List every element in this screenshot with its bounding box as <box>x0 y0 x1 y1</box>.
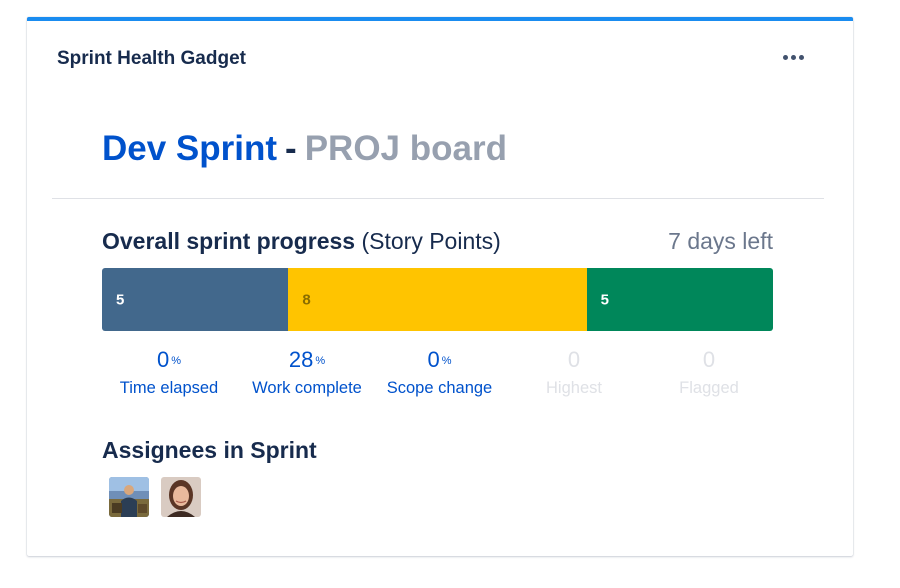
metric-flagged: 0 Flagged <box>664 347 754 398</box>
metric-value: 0 <box>427 347 440 372</box>
metric-unit: % <box>441 355 452 367</box>
assignee-avatars <box>109 477 201 517</box>
more-options-button[interactable] <box>779 46 807 68</box>
assignees-title: Assignees in Sprint <box>102 437 317 463</box>
metric-label: Work complete <box>252 379 362 397</box>
assignee-avatar[interactable] <box>109 477 149 517</box>
user-avatar-outdoor-icon <box>109 477 149 517</box>
sprint-header: Dev Sprint - PROJ board <box>102 129 507 169</box>
gadget-title: Sprint Health Gadget <box>57 48 246 69</box>
assignee-avatar[interactable] <box>161 477 201 517</box>
segment-count: 8 <box>302 291 311 308</box>
metric-unit: % <box>315 355 326 367</box>
sprint-health-gadget: Sprint Health Gadget Dev Sprint - PROJ boa… <box>27 17 853 556</box>
metric-label: Scope change <box>386 379 493 397</box>
segment-count: 5 <box>116 291 125 308</box>
metric-label: Flagged <box>679 379 739 397</box>
metric-label: Highest <box>546 379 602 397</box>
progress-title-unit: (Story Points) <box>361 228 501 254</box>
sprint-metrics: 0% Time elapsed 28% Work complete 0% Sco… <box>109 347 769 407</box>
user-avatar-portrait-icon <box>161 477 201 517</box>
metric-highest: 0 Highest <box>529 347 619 398</box>
metric-work-complete[interactable]: 28% Work complete <box>237 347 377 398</box>
metric-time-elapsed[interactable]: 0% Time elapsed <box>109 347 229 398</box>
board-name: PROJ board <box>304 129 507 168</box>
progress-segment-to-do[interactable]: 5 <box>102 268 289 331</box>
progress-segment-in-progress[interactable]: 8 <box>288 268 587 331</box>
sprint-progress-bar: 5 8 5 <box>102 268 773 331</box>
sprint-separator: - <box>285 129 297 168</box>
segment-count: 5 <box>600 291 609 308</box>
metric-label: Time elapsed <box>119 379 219 397</box>
metric-value: 28 <box>288 347 314 372</box>
metric-scope-change[interactable]: 0% Scope change <box>377 347 502 398</box>
divider <box>52 198 824 199</box>
metric-unit: % <box>171 355 182 367</box>
metric-value: 0 <box>156 347 170 372</box>
sprint-name-link[interactable]: Dev Sprint <box>102 129 277 168</box>
metric-value: 0 <box>567 347 581 372</box>
progress-segment-done[interactable]: 5 <box>586 268 773 331</box>
progress-title-main: Overall sprint progress <box>102 228 356 254</box>
days-left: 7 days left <box>668 228 773 254</box>
metric-value: 0 <box>702 347 716 372</box>
progress-title: Overall sprint progress (Story Points) <box>102 228 501 255</box>
